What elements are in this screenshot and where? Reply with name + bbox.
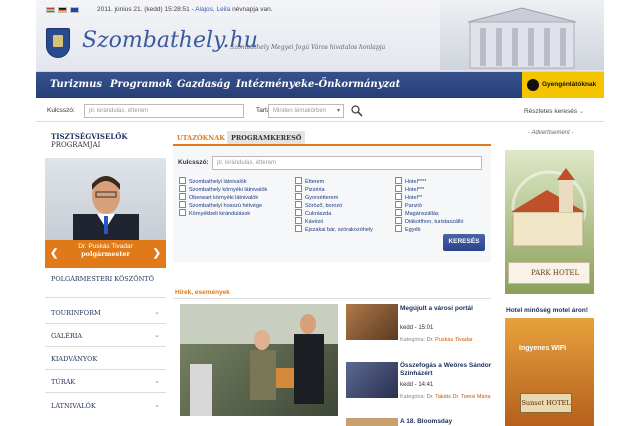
advertisement-label: - Advertisement -	[528, 130, 574, 136]
checkbox-col3-1[interactable]: Hotel***	[395, 185, 424, 193]
checkbox-col2-2[interactable]: Gyorsétterem	[295, 193, 338, 201]
chevron-down-icon: ⌄	[154, 401, 160, 409]
sunset-ad-title[interactable]: Hotel minőség motel áron!	[506, 307, 588, 314]
nav-gazdasag[interactable]: Gazdaság	[177, 79, 230, 90]
menu-label: POLGÁRMESTERI KÖSZÖNTŐ	[51, 275, 154, 283]
checkbox-col2-3[interactable]: Söröző, borozó	[295, 201, 342, 209]
mayor-caption: ❮ Dr. Puskás Tivadar polgármester ❯	[45, 240, 166, 268]
checkbox-col3-0[interactable]: Hotel****	[395, 177, 426, 185]
menu-turak[interactable]: TÚRÁK ⌄	[45, 372, 166, 393]
nav-intezmenyek[interactable]: Intézmények	[236, 79, 308, 90]
menu-label: TÚRÁK	[51, 378, 76, 386]
chevron-down-icon: ⌄	[154, 377, 160, 385]
mayor-role: polgármester	[81, 250, 130, 258]
category-label: Kategória:	[400, 337, 426, 343]
checkbox-col3-3[interactable]: Panzió	[395, 201, 422, 209]
checkbox-col1-0[interactable]: Szombathelyi látnivalók	[179, 177, 246, 185]
checkbox-col1-2[interactable]: Oberwart környéki látnivalók	[179, 193, 258, 201]
news-thumb-2[interactable]	[346, 362, 398, 398]
news-thumb-1[interactable]	[346, 304, 398, 340]
accessibility-label: Gyengénlátóknak	[542, 81, 597, 88]
city-crest-logo[interactable]	[46, 28, 70, 58]
chevron-down-icon: ⌄	[154, 331, 160, 339]
news-time-1: kedd - 15:01	[400, 325, 434, 331]
nav-programok[interactable]: Programok	[110, 79, 172, 90]
news-thumb-3[interactable]	[346, 418, 398, 426]
nav-e-onkormanyzat[interactable]: e-Önkormányzat	[308, 79, 400, 90]
menu-label: KIADVÁNYOK	[51, 355, 98, 363]
news-divider	[173, 298, 491, 299]
menu-polgarmesteri-koszonto[interactable]: POLGÁRMESTERI KÖSZÖNTŐ	[45, 270, 166, 298]
menu-kiadvanyok[interactable]: KIADVÁNYOK	[45, 349, 166, 370]
news-featured-photo[interactable]	[180, 304, 338, 416]
officials-title-line2: PROGRAMJAI	[51, 141, 101, 149]
accessibility-icon	[527, 79, 539, 91]
nav-turizmus[interactable]: Turizmus	[50, 79, 102, 90]
nameday-names[interactable]: Alajos, Leila	[195, 6, 230, 13]
panel-keyword-input[interactable]: pl. kirándulás, étterem	[212, 156, 482, 170]
news-category-1: Kategória: Dr. Puskás Tivadar	[400, 337, 492, 343]
sunset-hotel-logo: Sunset HOTEL	[520, 393, 572, 413]
checkbox-col1-4[interactable]: Környékbeli kirándulások	[179, 209, 250, 217]
advanced-search-label: Részletes keresés	[524, 108, 578, 115]
flag-en-icon[interactable]	[70, 7, 79, 13]
panel-keyword-label: Kulcsszó:	[178, 159, 209, 166]
chevron-down-icon: ▾	[336, 108, 340, 114]
search-submit-button[interactable]: KERESÉS	[443, 234, 485, 251]
category-link[interactable]: Dr. Takáts Dr. Tamsi Mária	[427, 394, 491, 400]
main-nav: Turizmus Programok Gazdaság Intézmények …	[36, 72, 604, 98]
menu-tourinform[interactable]: TOURINFORM ⌄	[45, 303, 166, 324]
park-hotel-logo: PARK HOTEL	[508, 262, 590, 284]
officials-title-line1: TISZTSÉGVISELŐK	[51, 132, 128, 141]
next-arrow-icon[interactable]: ❯	[153, 248, 161, 259]
checkbox-col2-4[interactable]: Cukrászda	[295, 209, 331, 217]
checkbox-col3-2[interactable]: Hotel**	[395, 193, 422, 201]
checkbox-col1-3[interactable]: Szombathelyi hosszú hétvége	[179, 201, 262, 209]
datetime-text: 2011. június 21. (kedd) 15:28:51 -	[97, 6, 194, 13]
news-title-3[interactable]: A 18. Bloomsday	[400, 418, 492, 426]
tab-utazoknak[interactable]: UTAZÓKNAK	[173, 131, 229, 144]
menu-label: LÁTNIVALÓK	[51, 402, 96, 410]
mayor-name[interactable]: Dr. Puskás Tivadar	[45, 243, 166, 250]
checkbox-col3-5[interactable]: Diákotthon, turistaszálló	[395, 217, 463, 225]
site-subtitle: Szombathely Megyei Jogú Város hivatalos …	[230, 44, 386, 51]
menu-label: GALÉRIA	[51, 332, 83, 340]
keyword-search-input[interactable]: pl. kirándulás, étterem	[84, 104, 244, 118]
menu-latnivalok[interactable]: LÁTNIVALÓK ⌄	[45, 396, 166, 417]
news-category-2: Kategória: Dr. Takáts Dr. Tamsi Mária	[400, 394, 492, 400]
content-select-value: Minden témakörben	[273, 108, 327, 114]
checkbox-col3-4[interactable]: Magánszállás	[395, 209, 439, 217]
menu-galeria[interactable]: GALÉRIA ⌄	[45, 326, 166, 347]
news-heading[interactable]: Hírek, események	[175, 289, 230, 296]
header-building-image	[440, 0, 604, 70]
checkbox-col3-6[interactable]: Egyéb	[395, 225, 421, 233]
advanced-search-link[interactable]: Részletes keresés ⌄	[524, 107, 584, 115]
keyword-label: Kulcsszó:	[47, 107, 75, 114]
accessibility-button[interactable]: Gyengénlátóknak	[522, 72, 604, 98]
checkbox-col2-6[interactable]: Éjszakai bár, szórakozóhely	[295, 225, 373, 233]
menu-label: TOURINFORM	[51, 309, 101, 317]
category-label: Kategória:	[400, 394, 426, 400]
chevron-down-icon: ⌄	[578, 108, 585, 115]
flag-de-icon[interactable]	[58, 7, 67, 13]
free-wifi-text: Ingyenes WIFI	[519, 345, 567, 352]
flag-hu-icon[interactable]	[46, 7, 55, 13]
content-select[interactable]: Minden témakörben ▾	[268, 104, 344, 118]
chevron-down-icon: ⌄	[154, 308, 160, 316]
tab-programkereso[interactable]: PROGRAMKERESŐ	[227, 131, 306, 144]
search-icon[interactable]	[350, 104, 364, 118]
prev-arrow-icon[interactable]: ❮	[50, 248, 58, 259]
checkbox-col2-0[interactable]: Étterem	[295, 177, 324, 185]
checkbox-col1-1[interactable]: Szombathely környéki látnivalók	[179, 185, 267, 193]
nameday-suffix: névnapja van.	[232, 6, 273, 13]
officials-title[interactable]: TISZTSÉGVISELŐK PROGRAMJAI	[51, 132, 127, 149]
checkbox-col2-1[interactable]: Pizzéria	[295, 185, 325, 193]
news-time-2: kedd - 14:41	[400, 382, 434, 388]
news-title-2[interactable]: Összefogás a Weöres Sándor Színházért	[400, 362, 492, 378]
checkbox-col2-5[interactable]: Kávézó	[295, 217, 323, 225]
date-nameday: 2011. június 21. (kedd) 15:28:51 - Alajo…	[97, 6, 273, 13]
mayor-photo[interactable]	[45, 158, 166, 240]
category-link[interactable]: Dr. Puskás Tivadar	[427, 337, 473, 343]
news-title-1[interactable]: Megújult a városi portál	[400, 305, 492, 313]
